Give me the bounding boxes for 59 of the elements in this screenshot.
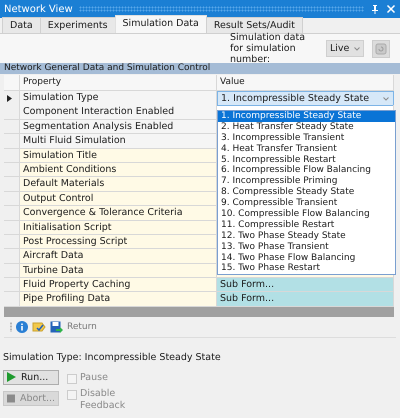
current-row-icon bbox=[7, 94, 12, 102]
dropdown-option[interactable]: 9. Compressible Transient bbox=[218, 198, 395, 210]
dropdown-option[interactable]: 13. Two Phase Transient bbox=[218, 242, 395, 253]
property-cell: Output Control bbox=[20, 192, 217, 206]
dropdown-option[interactable]: 7. Incompressible Priming bbox=[218, 176, 395, 188]
refresh-button[interactable] bbox=[372, 40, 390, 58]
checkbox-label: Disable Feedback bbox=[80, 388, 126, 412]
corner-header bbox=[4, 75, 20, 91]
property-cell: Simulation Title bbox=[20, 148, 217, 163]
simulation-type-dropdown[interactable]: 1. Incompressible Steady State bbox=[217, 91, 394, 106]
dropdown-option[interactable]: 6. Incompressible Flow Balancing bbox=[218, 165, 395, 176]
info-icon[interactable] bbox=[16, 320, 28, 333]
dropdown-option[interactable]: 12. Two Phase Steady State bbox=[218, 230, 395, 242]
value-cell[interactable]: Sub Form... bbox=[217, 292, 394, 307]
property-cell: Post Processing Script bbox=[20, 234, 217, 250]
chevron-icon bbox=[354, 46, 360, 50]
close-icon[interactable] bbox=[386, 4, 396, 14]
pin-icon[interactable] bbox=[370, 4, 380, 14]
tab[interactable]: Data bbox=[2, 17, 41, 33]
dropdown-option[interactable]: 11. Compressible Restart bbox=[218, 220, 395, 231]
status-text: Simulation Type: Incompressible Steady State bbox=[2, 350, 222, 364]
property-cell: Ambient Conditions bbox=[20, 162, 217, 178]
dropdown-option[interactable]: 15. Two Phase Restart bbox=[218, 263, 395, 274]
dropdown-option[interactable]: 2. Heat Transfer Steady State bbox=[218, 122, 395, 133]
dropdown-option[interactable]: 8. Compressible Steady State bbox=[218, 187, 395, 198]
tag-icon[interactable] bbox=[32, 320, 46, 333]
property-cell: Pipe Profiling Data bbox=[20, 292, 217, 307]
save-icon[interactable] bbox=[50, 320, 63, 333]
tab[interactable]: Experiments bbox=[40, 17, 116, 33]
property-cell: Turbine Data bbox=[20, 264, 217, 278]
column-header: Property bbox=[20, 75, 217, 91]
stop-icon bbox=[7, 394, 15, 403]
property-cell: Component Interaction Enabled bbox=[20, 105, 217, 120]
simulation-number-label: Simulation data for simulation number: bbox=[230, 32, 306, 65]
tab[interactable]: Result Sets/Audit bbox=[206, 17, 303, 33]
property-cell: Initialisation Script bbox=[20, 220, 217, 235]
property-cell: Aircraft Data bbox=[20, 249, 217, 264]
property-cell: Multi Fluid Simulation bbox=[20, 134, 217, 149]
dropdown-option[interactable]: 1. Incompressible Steady State bbox=[218, 111, 395, 122]
checkbox-label: Pause bbox=[80, 372, 109, 384]
tab[interactable]: Simulation Data bbox=[114, 15, 207, 33]
dropdown-option[interactable]: 14. Two Phase Flow Balancing bbox=[218, 252, 395, 264]
play-icon bbox=[7, 372, 16, 382]
run-button[interactable]: Run... bbox=[3, 370, 59, 385]
property-cell: Fluid Property Caching bbox=[20, 278, 217, 292]
column-header: Value bbox=[217, 75, 394, 91]
chevron-icon bbox=[383, 97, 389, 101]
property-cell: Simulation Type bbox=[20, 91, 217, 106]
dropdown-option[interactable]: 4. Heat Transfer Transient bbox=[218, 144, 395, 155]
value-cell[interactable]: Sub Form... bbox=[217, 278, 394, 292]
property-cell: Default Materials bbox=[20, 177, 217, 192]
window-title: Network View bbox=[4, 4, 73, 14]
property-cell: Convergence & Tolerance Criteria bbox=[20, 206, 217, 221]
simulation-number-dropdown[interactable]: Live bbox=[326, 40, 364, 57]
dropdown-option[interactable]: 10. Compressible Flow Balancing bbox=[218, 209, 395, 220]
property-cell: Segmentation Analysis Enabled bbox=[20, 120, 217, 134]
dropdown-option[interactable]: 5. Incompressible Restart bbox=[218, 154, 395, 166]
dropdown-option[interactable]: 3. Incompressible Transient bbox=[218, 132, 395, 144]
section-header: Network General Data and Simulation Control bbox=[0, 63, 400, 74]
